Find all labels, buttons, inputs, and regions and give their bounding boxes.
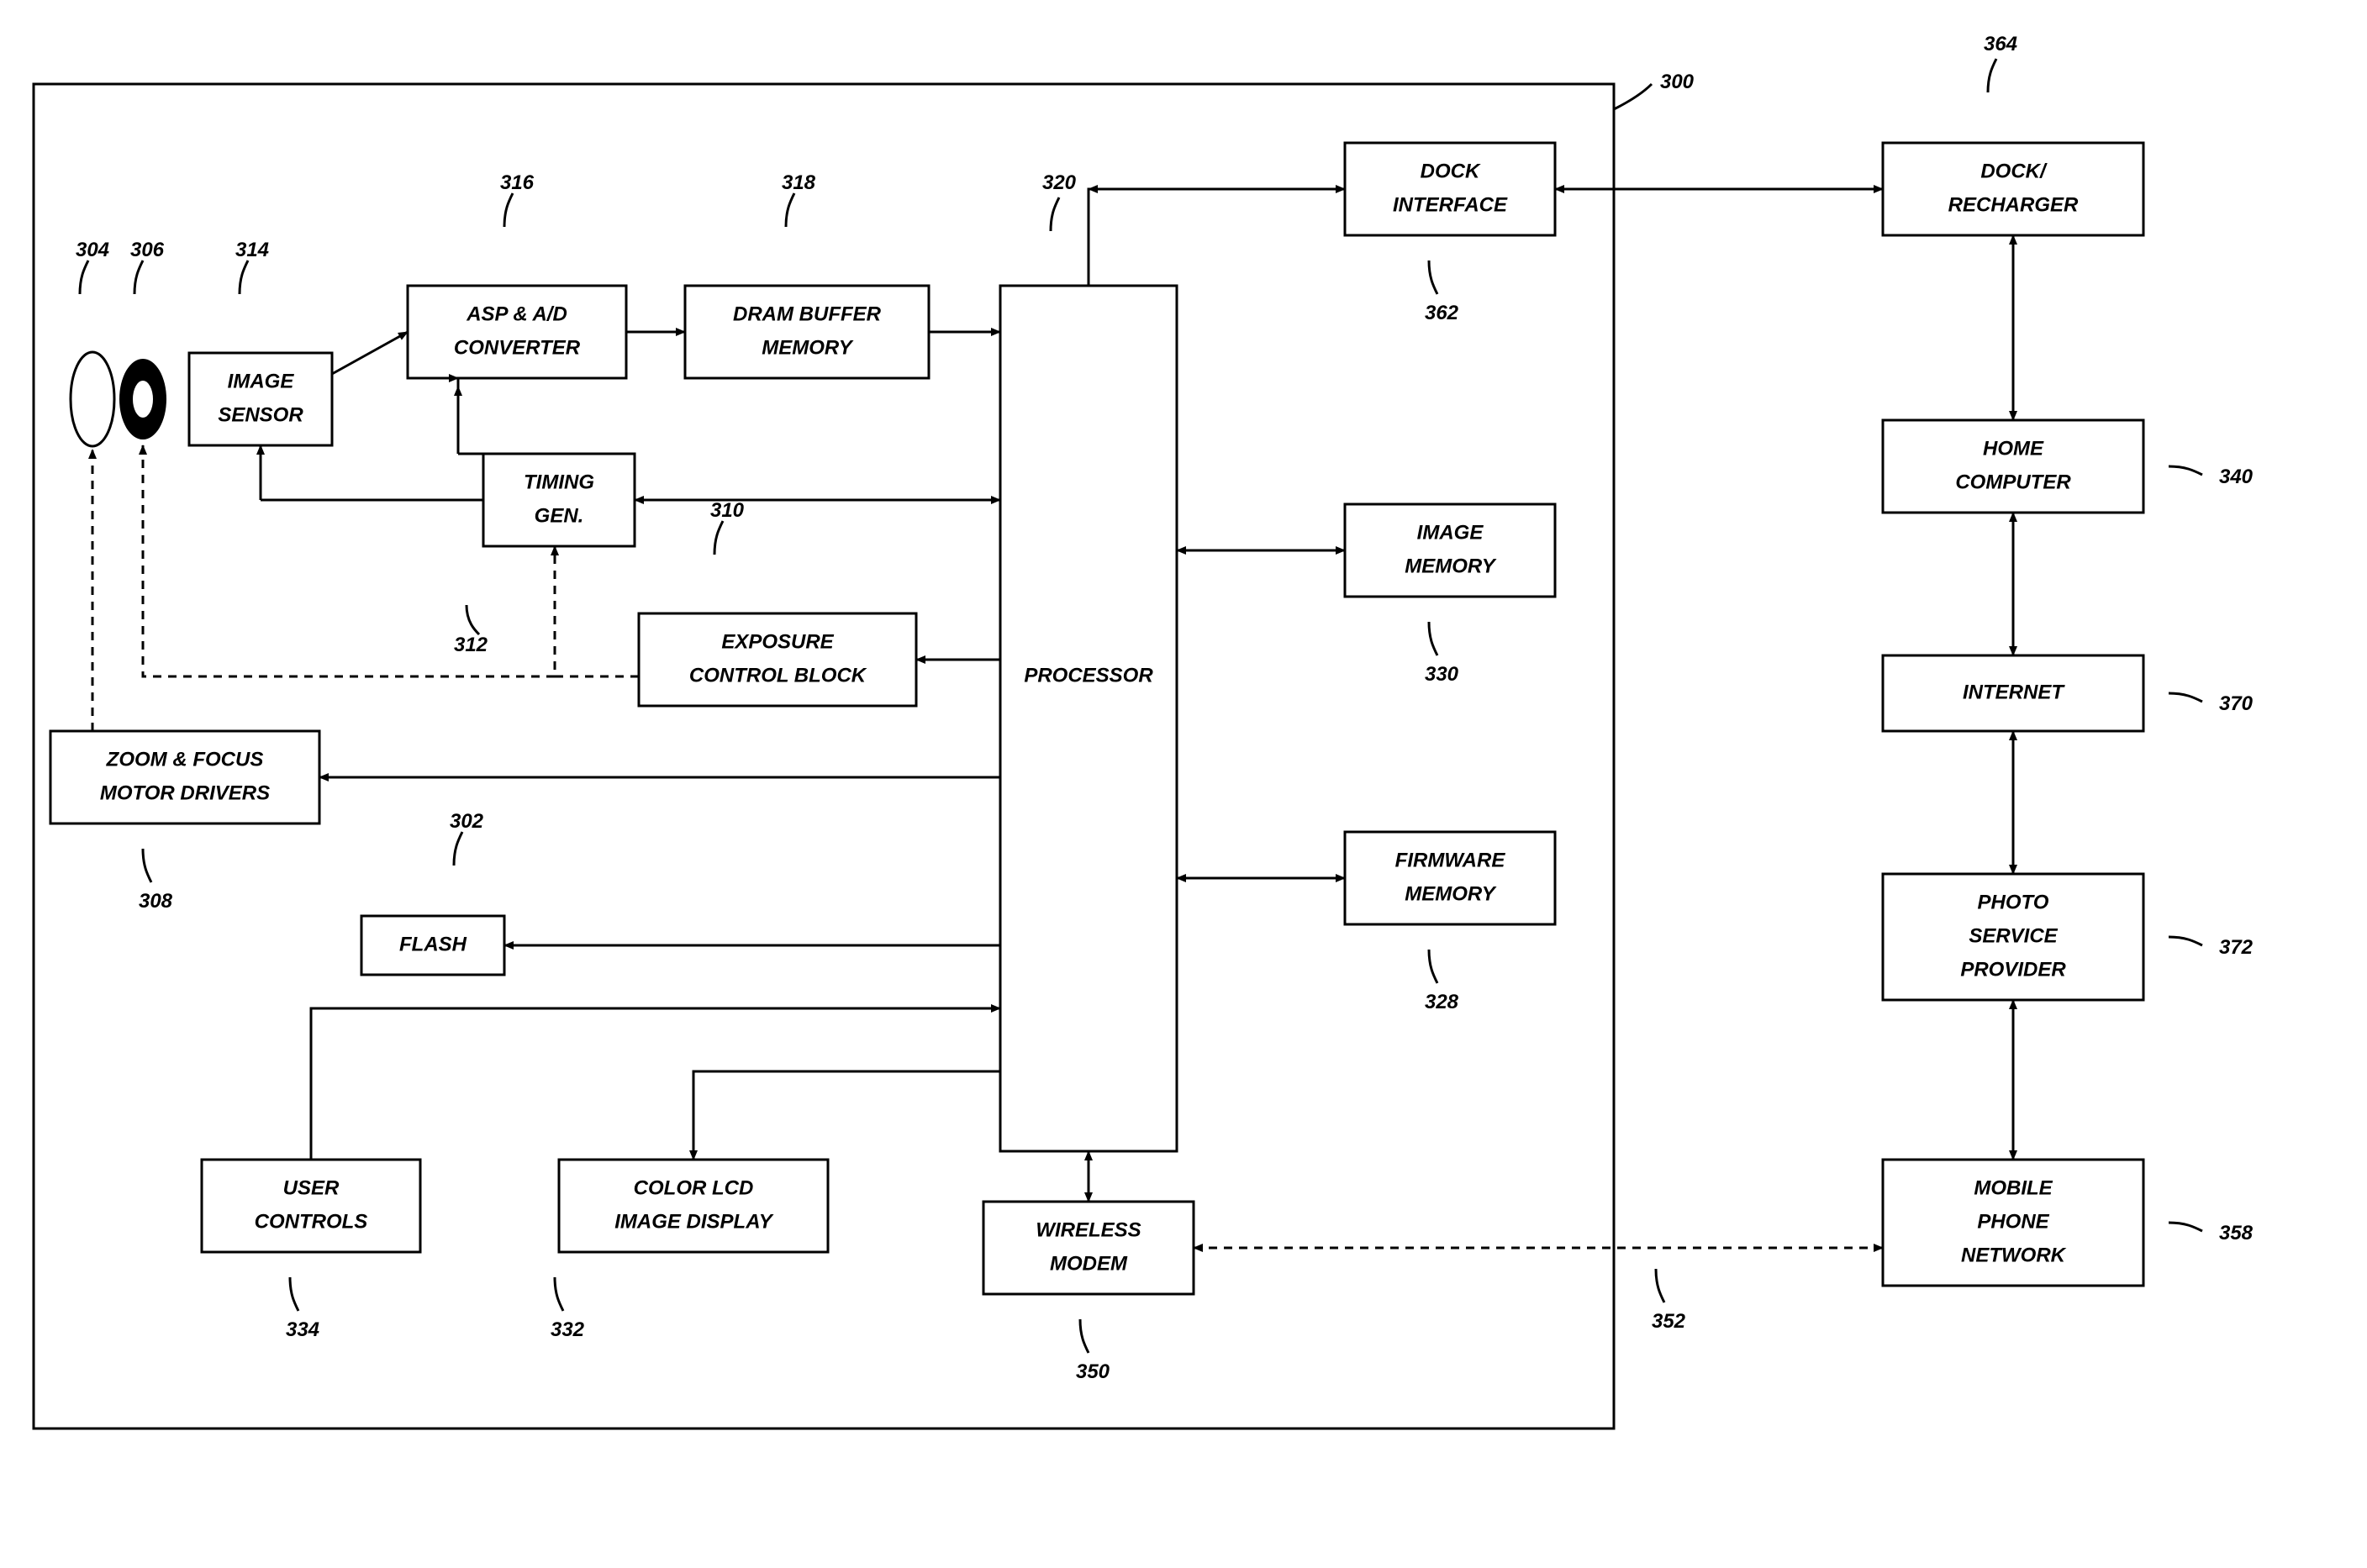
svg-text:NETWORK: NETWORK bbox=[1961, 1244, 2067, 1266]
conn-sensor-asp bbox=[332, 332, 408, 374]
exposure-control-block bbox=[639, 613, 916, 706]
home-computer-block bbox=[1883, 420, 2143, 513]
ref-364: 364 bbox=[1984, 33, 2017, 55]
svg-text:DOCK: DOCK bbox=[1421, 160, 1481, 182]
ref-320: 320 bbox=[1042, 171, 1077, 194]
svg-text:DOCK/: DOCK/ bbox=[1980, 160, 2048, 182]
image-sensor-block bbox=[189, 353, 332, 445]
svg-text:FLASH: FLASH bbox=[399, 933, 467, 955]
ref-370: 370 bbox=[2219, 692, 2254, 715]
svg-text:FIRMWARE: FIRMWARE bbox=[1395, 849, 1506, 871]
svg-text:TIMING: TIMING bbox=[524, 471, 594, 493]
ref-304: 304 bbox=[76, 239, 109, 261]
ref-352: 352 bbox=[1652, 1310, 1686, 1333]
svg-text:MEMORY: MEMORY bbox=[762, 336, 854, 359]
svg-text:PROVIDER: PROVIDER bbox=[1960, 958, 2066, 981]
svg-text:GEN.: GEN. bbox=[535, 504, 584, 527]
svg-text:MOBILE: MOBILE bbox=[1974, 1176, 2053, 1199]
svg-text:CONTROLS: CONTROLS bbox=[255, 1210, 368, 1233]
dram-block bbox=[685, 286, 929, 378]
svg-text:ASP & A/D: ASP & A/D bbox=[466, 303, 567, 325]
ref-312: 312 bbox=[454, 634, 488, 656]
conn-exposure-timing bbox=[555, 546, 639, 676]
ref-314: 314 bbox=[235, 239, 269, 261]
svg-text:HOME: HOME bbox=[1983, 437, 2044, 460]
ref-330: 330 bbox=[1425, 663, 1459, 686]
svg-text:MOTOR DRIVERS: MOTOR DRIVERS bbox=[100, 781, 270, 804]
ref-300: 300 bbox=[1660, 71, 1695, 93]
conn-proc-dockif bbox=[1089, 189, 1345, 286]
processor-block bbox=[1000, 286, 1177, 1151]
svg-text:DRAM BUFFER: DRAM BUFFER bbox=[733, 303, 882, 325]
ref-318: 318 bbox=[782, 171, 816, 194]
conn-user-proc bbox=[311, 1008, 1000, 1160]
svg-text:PROCESSOR: PROCESSOR bbox=[1024, 664, 1153, 687]
ref-350: 350 bbox=[1076, 1360, 1110, 1383]
svg-text:WIRELESS: WIRELESS bbox=[1036, 1218, 1141, 1241]
conn-proc-lcd bbox=[693, 1071, 1000, 1160]
ref-308: 308 bbox=[139, 890, 173, 913]
svg-text:SERVICE: SERVICE bbox=[1969, 924, 2058, 947]
svg-text:IMAGE: IMAGE bbox=[228, 370, 295, 392]
wireless-modem-block bbox=[983, 1202, 1194, 1294]
firmware-memory-block bbox=[1345, 832, 1555, 924]
svg-text:SENSOR: SENSOR bbox=[218, 403, 303, 426]
svg-text:PHONE: PHONE bbox=[1977, 1210, 2049, 1233]
ref-358: 358 bbox=[2219, 1222, 2254, 1244]
svg-text:ZOOM & FOCUS: ZOOM & FOCUS bbox=[106, 748, 264, 771]
svg-text:COLOR LCD: COLOR LCD bbox=[634, 1176, 754, 1199]
svg-text:INTERNET: INTERNET bbox=[1963, 681, 2065, 703]
image-memory-block bbox=[1345, 504, 1555, 597]
ref-372: 372 bbox=[2219, 936, 2254, 959]
ref-340: 340 bbox=[2219, 466, 2254, 488]
svg-text:RECHARGER: RECHARGER bbox=[1948, 193, 2079, 216]
ref-316: 316 bbox=[500, 171, 535, 194]
ref-302: 302 bbox=[450, 810, 484, 833]
svg-text:COMPUTER: COMPUTER bbox=[1955, 471, 2071, 493]
svg-text:IMAGE DISPLAY: IMAGE DISPLAY bbox=[614, 1210, 774, 1233]
svg-text:IMAGE: IMAGE bbox=[1417, 521, 1484, 544]
timing-gen-block bbox=[483, 454, 635, 546]
svg-text:USER: USER bbox=[283, 1176, 340, 1199]
svg-text:CONTROL BLOCK: CONTROL BLOCK bbox=[689, 664, 867, 687]
ref-306: 306 bbox=[130, 239, 165, 261]
dock-recharger-block bbox=[1883, 143, 2143, 235]
svg-text:MODEM: MODEM bbox=[1050, 1252, 1128, 1275]
block-diagram: 300 304 306 IMAGE SENSOR 314 ASP & A/D C… bbox=[0, 0, 2367, 1568]
ref-334: 334 bbox=[286, 1318, 319, 1341]
svg-text:INTERFACE: INTERFACE bbox=[1393, 193, 1508, 216]
ref-332: 332 bbox=[551, 1318, 585, 1341]
color-lcd-block bbox=[559, 1160, 828, 1252]
lens-1 bbox=[71, 352, 114, 446]
svg-text:CONVERTER: CONVERTER bbox=[454, 336, 581, 359]
ref-362: 362 bbox=[1425, 302, 1459, 324]
svg-text:MEMORY: MEMORY bbox=[1405, 882, 1497, 905]
zoom-focus-block bbox=[50, 731, 319, 823]
ref-310: 310 bbox=[710, 499, 745, 522]
asp-ad-block bbox=[408, 286, 626, 378]
svg-text:PHOTO: PHOTO bbox=[1978, 891, 2049, 913]
ref-328: 328 bbox=[1425, 991, 1459, 1013]
dock-interface-block bbox=[1345, 143, 1555, 235]
svg-text:MEMORY: MEMORY bbox=[1405, 555, 1497, 577]
user-controls-block bbox=[202, 1160, 420, 1252]
svg-text:EXPOSURE: EXPOSURE bbox=[721, 630, 834, 653]
